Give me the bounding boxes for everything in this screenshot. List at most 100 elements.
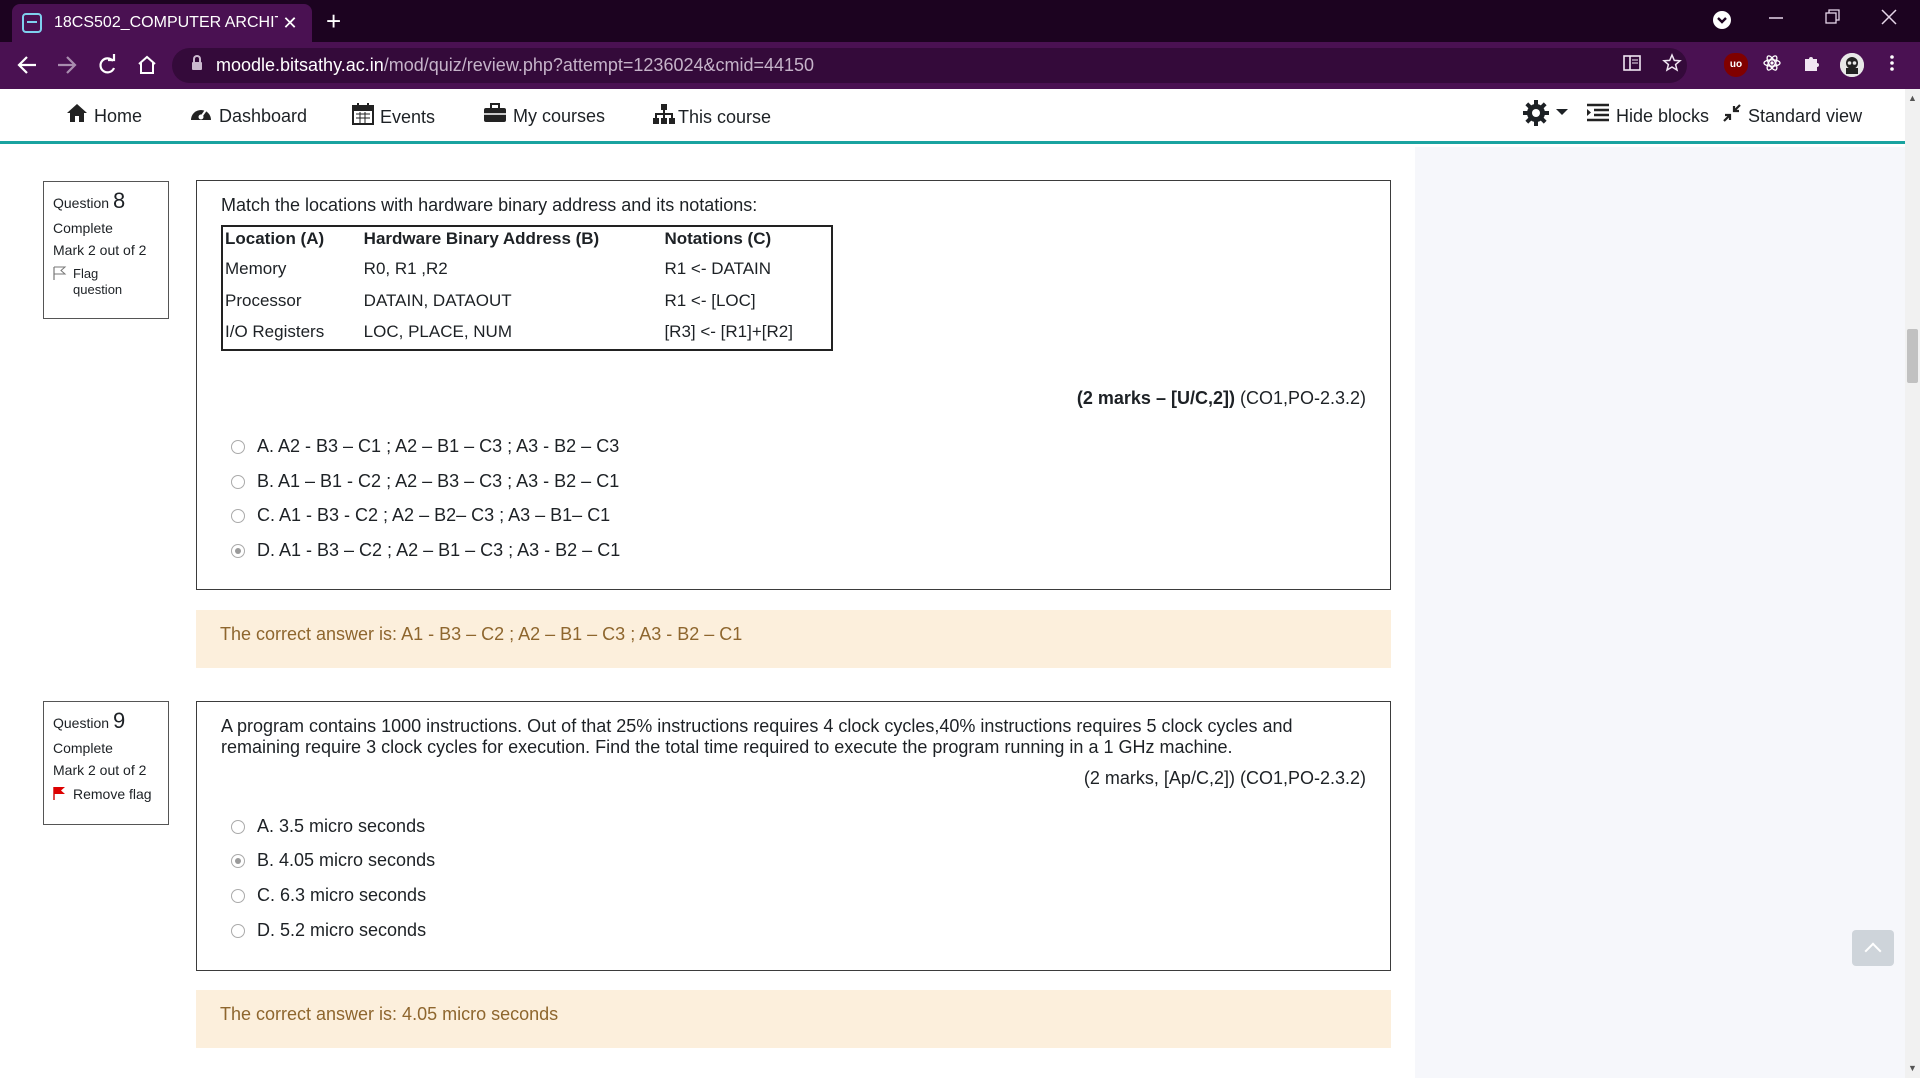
page-scrollbar[interactable]: ▲ ▼ xyxy=(1905,89,1920,1078)
question-number: 9 xyxy=(112,708,126,733)
correct-answer-feedback: The correct answer is: 4.05 micro second… xyxy=(196,990,1391,1048)
reading-mode-icon[interactable] xyxy=(1620,53,1644,77)
moodle-navbar: Home Dashboard Events My courses This co… xyxy=(0,89,1905,144)
profile-download-icon[interactable] xyxy=(1712,10,1732,36)
table-cell: [R3] <- [R1]+[R2] xyxy=(664,322,793,341)
bookmark-star-icon[interactable] xyxy=(1660,53,1684,77)
radio-button[interactable] xyxy=(231,474,245,489)
hide-blocks-button[interactable]: Hide blocks xyxy=(1586,103,1709,129)
answer-option[interactable]: B. A1 – B1 - C2 ; A2 – B3 – C3 ; A3 - B2… xyxy=(231,471,619,492)
question-state: Complete xyxy=(53,220,113,236)
answer-option[interactable]: A. A2 - B3 – C1 ; A2 – B1 – C3 ; A3 - B2… xyxy=(231,436,619,457)
table-cell: I/O Registers xyxy=(225,322,325,341)
question-number: 8 xyxy=(112,188,126,213)
tab-close-icon[interactable]: ✕ xyxy=(278,13,302,34)
question-label: Question xyxy=(53,715,110,731)
table-cell: DATAIN, DATAOUT xyxy=(363,290,512,310)
dashboard-icon xyxy=(189,103,213,129)
standard-view-button[interactable]: Standard view xyxy=(1722,103,1862,129)
restore-icon[interactable] xyxy=(1824,6,1840,32)
flag-question-label: Flag question xyxy=(73,266,123,297)
nav-this-course-label: This course xyxy=(678,106,772,127)
scrollbar-thumb[interactable] xyxy=(1907,329,1918,383)
remove-flag-link[interactable]: Remove flag xyxy=(53,786,160,804)
table-row: Processor DATAIN, DATAOUT R1 <- [LOC] xyxy=(222,286,832,318)
question-9-info: Question 9 Complete Mark 2 out of 2 Remo… xyxy=(43,701,169,825)
question-8-content: Match the locations with hardware binary… xyxy=(196,180,1391,590)
address-bar-area: moodle.bitsathy.ac.in/mod/quiz/review.ph… xyxy=(0,42,1920,89)
browser-tab[interactable]: 18CS502_COMPUTER ARCHITECT ✕ xyxy=(12,4,312,42)
hide-blocks-label: Hide blocks xyxy=(1616,105,1710,126)
scroll-up-arrow-icon[interactable]: ▲ xyxy=(1908,93,1917,103)
matching-table: Location (A) Hardware Binary Address (B)… xyxy=(221,225,833,351)
answer-option-selected[interactable]: D. A1 - B3 – C2 ; A2 – B1 – C3 ; A3 - B2… xyxy=(231,540,620,561)
scroll-down-arrow-icon[interactable]: ▼ xyxy=(1908,1063,1917,1073)
table-cell: R0, R1 ,R2 xyxy=(363,258,448,278)
flag-outline-icon xyxy=(53,266,67,298)
new-tab-button[interactable]: + xyxy=(326,6,341,36)
answer-option-label: D. A1 - B3 – C2 ; A2 – B1 – C3 ; A3 - B2… xyxy=(257,540,621,560)
nav-dashboard[interactable]: Dashboard xyxy=(189,103,307,129)
browser-menu-icon[interactable] xyxy=(1880,53,1904,77)
radio-button[interactable] xyxy=(231,819,245,834)
answer-option-label: A. A2 - B3 – C1 ; A2 – B1 – C3 ; A3 - B2… xyxy=(257,436,620,456)
answer-option[interactable]: C. 6.3 micro seconds xyxy=(231,885,426,906)
radio-button[interactable] xyxy=(231,508,245,523)
back-to-top-button[interactable] xyxy=(1852,930,1894,966)
nav-events-label: Events xyxy=(380,106,436,127)
tab-title: 18CS502_COMPUTER ARCHITECT xyxy=(54,14,278,31)
answer-option-selected[interactable]: B. 4.05 micro seconds xyxy=(231,850,435,871)
standard-view-label: Standard view xyxy=(1748,105,1863,126)
table-header: Notations (C) xyxy=(664,229,772,248)
profile-avatar-icon[interactable] xyxy=(1840,53,1864,77)
briefcase-icon xyxy=(483,103,507,129)
calendar-icon xyxy=(352,103,374,131)
close-window-icon[interactable] xyxy=(1880,6,1898,32)
answer-option[interactable]: A. 3.5 micro seconds xyxy=(231,816,425,837)
answer-option-label: B. A1 – B1 - C2 ; A2 – B3 – C3 ; A3 - B2… xyxy=(257,471,620,491)
extensions-puzzle-icon[interactable] xyxy=(1800,53,1824,77)
answer-option[interactable]: D. 5.2 micro seconds xyxy=(231,920,426,941)
ublock-origin-icon[interactable]: uo xyxy=(1724,53,1748,77)
nav-events[interactable]: Events xyxy=(352,103,435,131)
minimize-icon[interactable] xyxy=(1768,6,1784,32)
flag-question-link[interactable]: Flag question xyxy=(53,266,160,298)
nav-home-label: Home xyxy=(94,105,143,126)
question-mark: Mark 2 out of 2 xyxy=(53,242,147,258)
flag-red-icon xyxy=(53,786,67,804)
answer-option-label: C. 6.3 micro seconds xyxy=(257,885,427,905)
back-arrow-icon[interactable] xyxy=(16,51,38,86)
table-header: Location (A) xyxy=(225,229,325,248)
sitemap-icon xyxy=(652,103,676,131)
table-row: I/O Registers LOC, PLACE, NUM [R3] <- [R… xyxy=(222,318,832,350)
radio-button[interactable] xyxy=(231,888,245,903)
table-cell: R1 <- [LOC] xyxy=(664,290,756,310)
table-row: Memory R0, R1 ,R2 R1 <- DATAIN xyxy=(222,254,832,286)
question-marks-info: (2 marks, [Ap/C,2]) (CO1,PO-2.3.2) xyxy=(1083,768,1366,788)
question-8-info: Question 8 Complete Mark 2 out of 2 Flag… xyxy=(43,181,169,319)
blocks-column xyxy=(1415,147,1905,1078)
answer-option-label: B. 4.05 micro seconds xyxy=(257,850,436,870)
nav-my-courses-label: My courses xyxy=(513,105,606,126)
answer-option[interactable]: C. A1 - B3 - C2 ; A2 – B2– C3 ; A3 – B1–… xyxy=(231,505,610,526)
forward-arrow-icon[interactable] xyxy=(56,51,78,86)
reload-icon[interactable] xyxy=(96,51,118,86)
settings-caret-icon[interactable] xyxy=(1556,109,1568,115)
browser-tab-strip: 18CS502_COMPUTER ARCHITECT ✕ + xyxy=(0,0,1920,42)
react-devtools-icon[interactable] xyxy=(1760,53,1784,77)
radio-button[interactable] xyxy=(231,439,245,454)
question-text: Match the locations with hardware binary… xyxy=(221,195,758,215)
nav-this-course[interactable]: This course xyxy=(652,103,771,131)
table-cell: R1 <- DATAIN xyxy=(664,258,772,278)
settings-gear-icon[interactable] xyxy=(1522,99,1550,134)
radio-button-checked[interactable] xyxy=(231,853,245,868)
nav-my-courses[interactable]: My courses xyxy=(483,103,605,129)
nav-home[interactable]: Home xyxy=(66,103,142,129)
home-browser-icon[interactable] xyxy=(136,51,158,86)
table-cell: Memory xyxy=(225,258,287,278)
radio-button[interactable] xyxy=(231,923,245,938)
url-field[interactable]: moodle.bitsathy.ac.in/mod/quiz/review.ph… xyxy=(172,48,1687,83)
question-text-line-1: A program contains 1000 instructions. Ou… xyxy=(221,716,1293,736)
question-9-content: A program contains 1000 instructions. Ou… xyxy=(196,701,1391,971)
radio-button-checked[interactable] xyxy=(231,543,245,558)
